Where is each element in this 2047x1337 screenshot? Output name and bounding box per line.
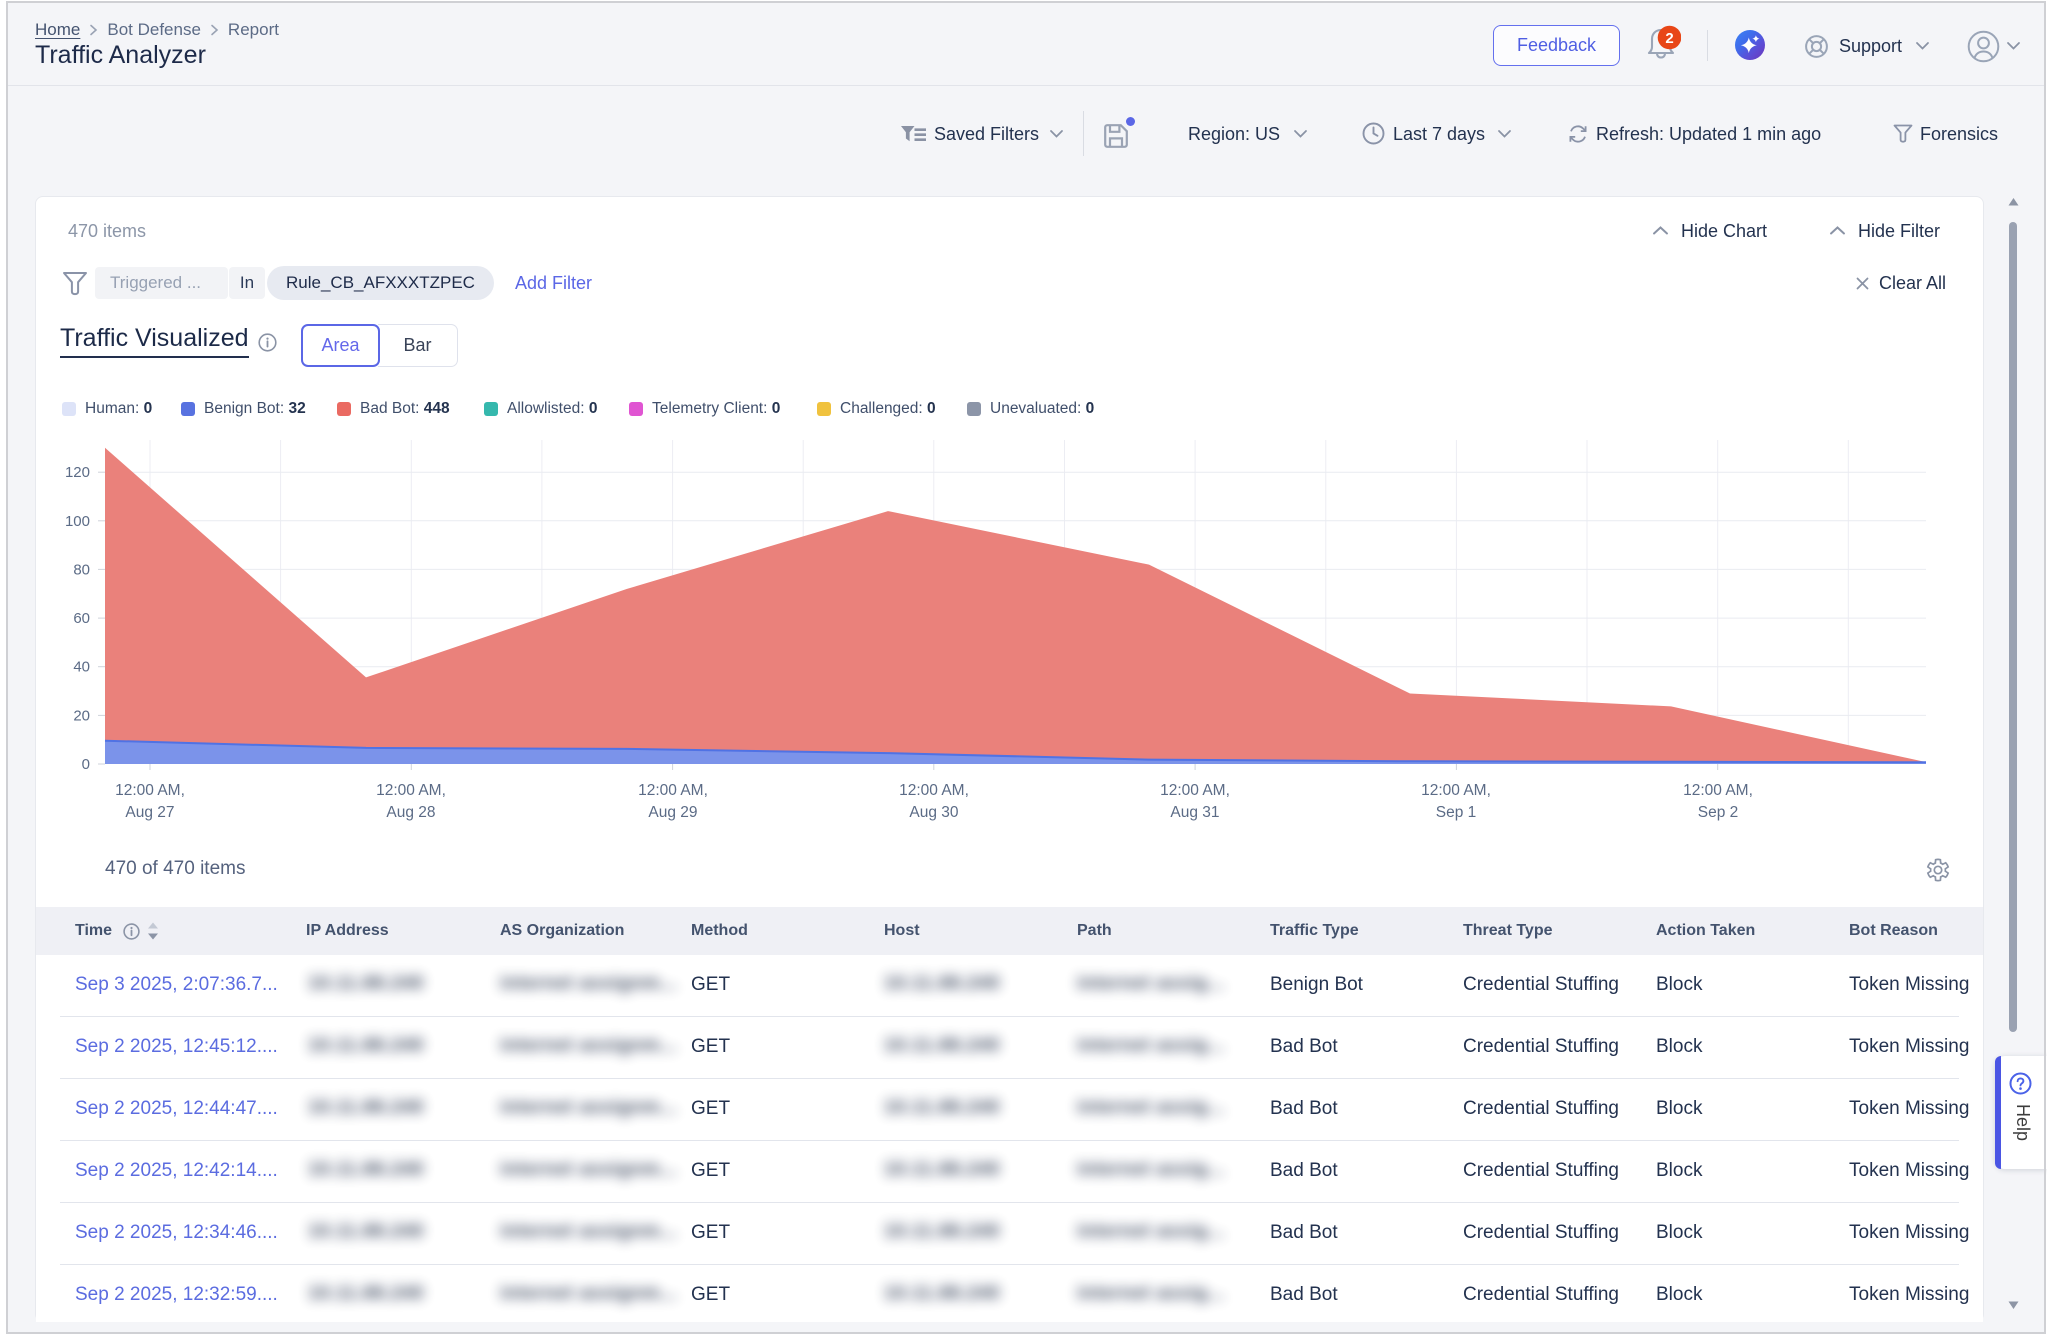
svg-text:12:00 AM,: 12:00 AM, (899, 782, 969, 799)
svg-text:Sep 1: Sep 1 (1436, 804, 1477, 821)
svg-text:2: 2 (1665, 30, 1673, 47)
svg-text:120: 120 (65, 464, 90, 481)
svg-text:12:00 AM,: 12:00 AM, (1160, 782, 1230, 799)
svg-text:Aug 31: Aug 31 (1170, 804, 1219, 821)
svg-text:12:00 AM,: 12:00 AM, (1683, 782, 1753, 799)
svg-text:12:00 AM,: 12:00 AM, (1421, 782, 1491, 799)
svg-text:12:00 AM,: 12:00 AM, (376, 782, 446, 799)
svg-text:40: 40 (73, 659, 90, 676)
svg-text:12:00 AM,: 12:00 AM, (115, 782, 185, 799)
svg-text:12:00 AM,: 12:00 AM, (638, 782, 708, 799)
svg-text:80: 80 (73, 561, 90, 578)
svg-text:Aug 29: Aug 29 (648, 804, 697, 821)
svg-text:0: 0 (82, 756, 90, 773)
svg-text:60: 60 (73, 610, 90, 627)
svg-text:Aug 28: Aug 28 (386, 804, 435, 821)
svg-text:20: 20 (73, 707, 90, 724)
svg-text:Aug 27: Aug 27 (125, 804, 174, 821)
svg-text:Aug 30: Aug 30 (909, 804, 959, 821)
svg-text:100: 100 (65, 513, 90, 530)
svg-text:Sep 2: Sep 2 (1698, 804, 1739, 821)
